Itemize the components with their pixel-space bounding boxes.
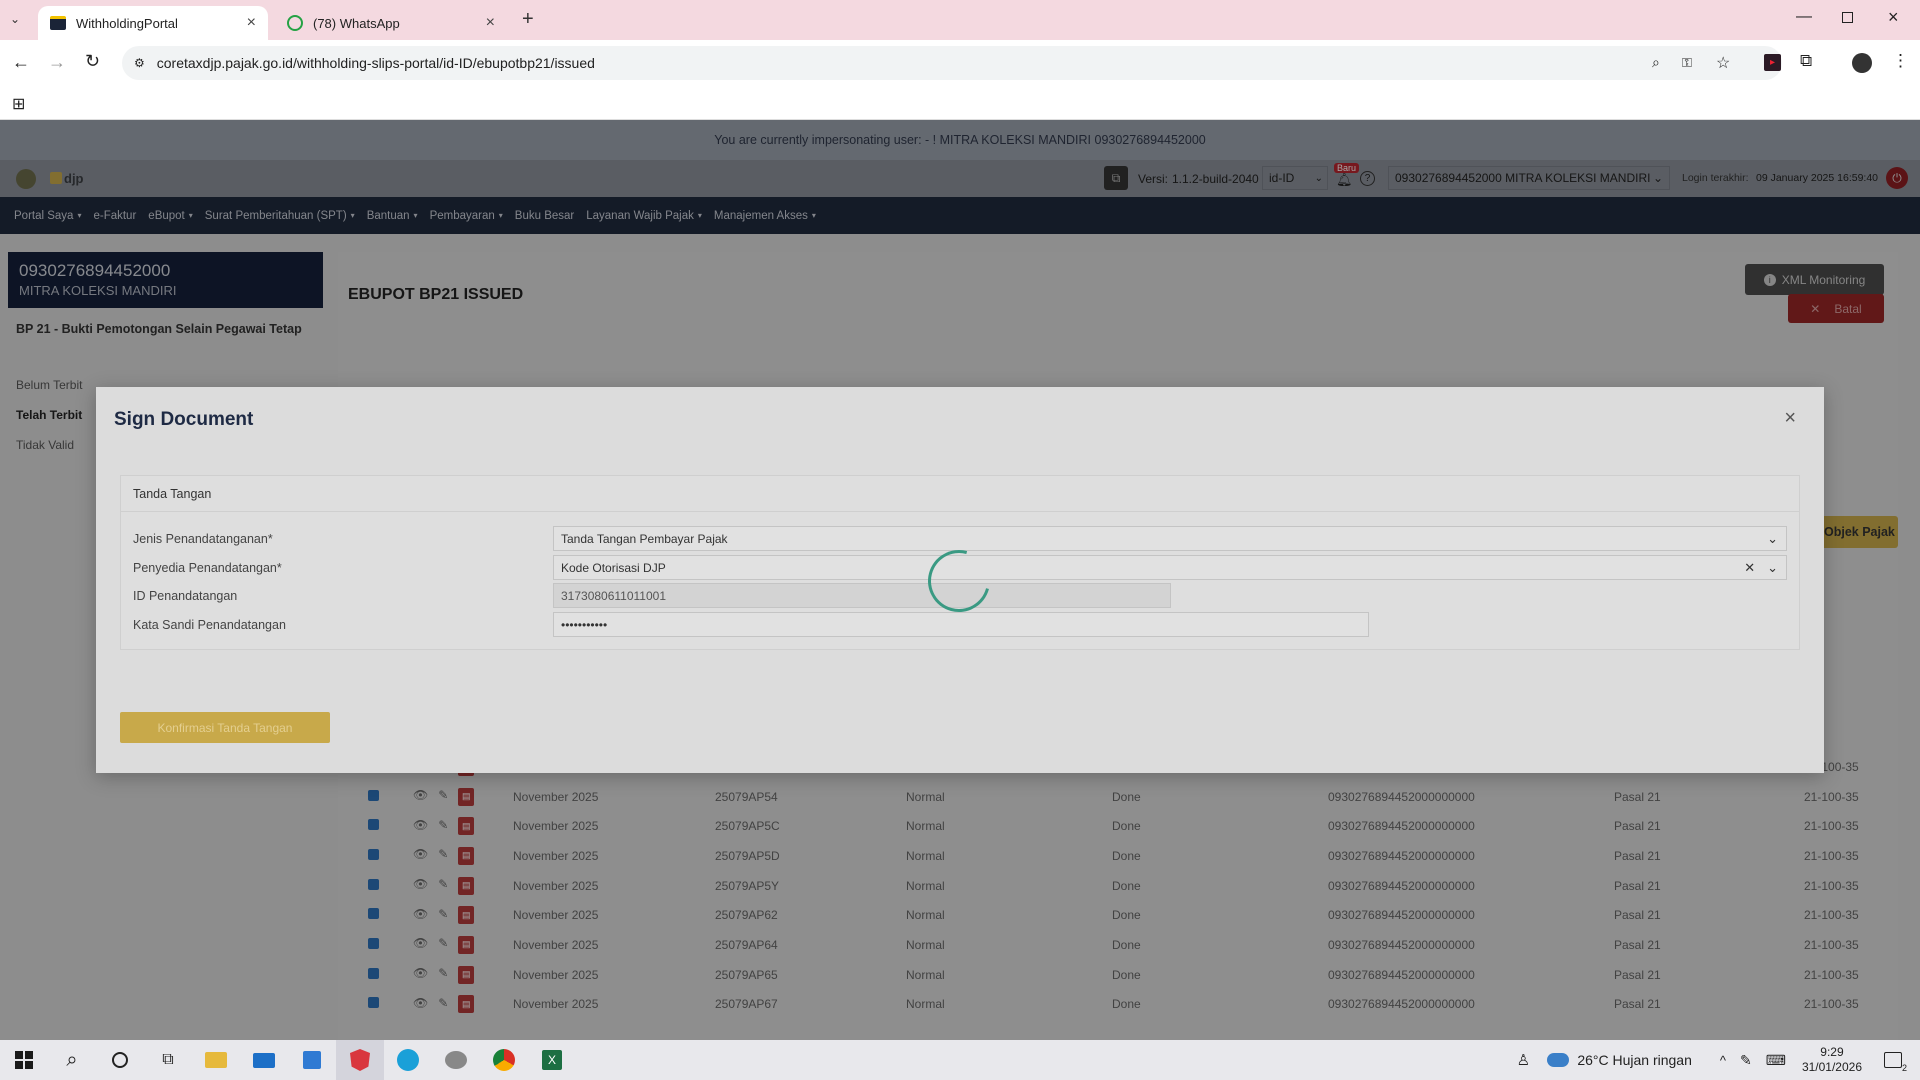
chrome-icon[interactable] (480, 1040, 528, 1080)
url-text[interactable]: coretaxdjp.pajak.go.id/withholding-slips… (157, 55, 595, 71)
extensions-puzzle-icon[interactable]: ⧉ (1800, 51, 1812, 71)
browser-toolbar: ← → ↻ ⚙ coretaxdjp.pajak.go.id/withholdi… (0, 40, 1920, 86)
tab-title: WithholdingPortal (76, 15, 178, 31)
browser-menu-icon[interactable]: ⋮ (1892, 51, 1909, 71)
store-icon[interactable] (288, 1040, 336, 1080)
extension-app-icon[interactable]: ▸ (1764, 54, 1781, 71)
penyedia-value: Kode Otorisasi DJP (561, 560, 666, 575)
reload-icon[interactable]: ↻ (85, 51, 100, 72)
clock-time: 9:29 (1820, 1045, 1844, 1059)
password-value: ••••••••••• (561, 617, 608, 632)
close-tab-icon[interactable]: × (486, 14, 495, 32)
restore-icon[interactable] (1842, 12, 1853, 23)
id-label: ID Penandatangan (133, 589, 238, 603)
password-key-icon[interactable]: ⚿ (1682, 55, 1692, 71)
tab-whatsapp[interactable]: (78) WhatsApp × (275, 6, 507, 40)
penyedia-select[interactable]: Kode Otorisasi DJP ✕ ⌄ (553, 555, 1787, 580)
close-tab-icon[interactable]: × (247, 14, 256, 32)
whatsapp-icon (287, 15, 303, 31)
people-icon[interactable]: ♙ (1499, 1040, 1547, 1080)
tab-withholding-portal[interactable]: WithholdingPortal × (38, 6, 268, 40)
forward-icon[interactable]: → (48, 52, 66, 73)
bookmark-star-icon[interactable]: ☆ (1716, 53, 1730, 73)
close-dialog-icon[interactable]: × (1784, 407, 1796, 430)
site-info-icon[interactable]: ⚙ (134, 56, 145, 70)
address-bar[interactable]: ⚙ coretaxdjp.pajak.go.id/withholding-sli… (122, 46, 1782, 80)
jenis-label: Jenis Penandatanganan* (133, 532, 273, 546)
profile-avatar-icon[interactable] (1852, 53, 1872, 73)
mail-icon[interactable] (240, 1040, 288, 1080)
weather-cloud-icon[interactable] (1547, 1053, 1570, 1067)
chevron-down-icon: ⌄ (1767, 530, 1778, 546)
start-icon[interactable] (0, 1040, 48, 1080)
back-icon[interactable]: ← (12, 52, 30, 73)
browser-tab-bar: ⌄ WithholdingPortal × (78) WhatsApp × + … (0, 0, 1920, 40)
password-input[interactable]: ••••••••••• (553, 612, 1369, 637)
tray-expand-icon[interactable]: ^ (1720, 1053, 1726, 1068)
excel-icon[interactable]: X (528, 1040, 576, 1080)
jenis-select[interactable]: Tanda Tangan Pembayar Pajak ⌄ (553, 526, 1787, 551)
notification-center-icon[interactable]: 2 (1884, 1052, 1907, 1073)
tab-title: (78) WhatsApp (313, 15, 400, 31)
jenis-value: Tanda Tangan Pembayar Pajak (561, 531, 728, 546)
penyedia-label: Penyedia Penandatangan* (133, 561, 282, 575)
zoom-icon[interactable]: ⌕ (1652, 54, 1660, 71)
task-view-icon[interactable]: ⧉ (144, 1040, 192, 1080)
pen-icon[interactable]: ✎ (1740, 1052, 1752, 1069)
id-value: 3173080611011001 (561, 588, 666, 603)
notification-count: 2 (1901, 1063, 1907, 1073)
cortana-icon[interactable] (96, 1040, 144, 1080)
file-explorer-icon[interactable] (192, 1040, 240, 1080)
clear-selection-icon[interactable]: ✕ (1744, 560, 1755, 576)
minimize-icon[interactable]: — (1796, 8, 1812, 26)
windows-taskbar: ⌕ ⧉ X ♙ 26°C Hujan ringan ^ ✎ ⌨ 9:29 31/… (0, 1040, 1920, 1080)
dialog-title: Sign Document (114, 409, 254, 430)
close-window-icon[interactable]: × (1888, 7, 1899, 28)
edge-icon[interactable] (384, 1040, 432, 1080)
chevron-down-icon: ⌄ (1767, 559, 1778, 575)
favicon-icon (50, 16, 66, 30)
clock-date: 31/01/2026 (1801, 1060, 1862, 1074)
tab-search-chevron-icon[interactable]: ⌄ (10, 12, 20, 26)
bookmarks-bar: ⊞ (0, 86, 1920, 120)
angular-app-icon[interactable] (336, 1040, 384, 1080)
fieldset-title: Tanda Tangan (121, 476, 1799, 512)
new-tab-icon[interactable]: + (522, 8, 534, 31)
sandi-label: Kata Sandi Penandatangan (133, 618, 286, 632)
id-penandatangan-input[interactable]: 3173080611011001 (553, 583, 1171, 608)
clock[interactable]: 9:29 31/01/2026 (1802, 1045, 1862, 1075)
app-globe-icon[interactable] (432, 1040, 480, 1080)
apps-grid-icon[interactable]: ⊞ (12, 94, 25, 114)
confirm-signature-button[interactable]: Konfirmasi Tanda Tangan (120, 712, 330, 743)
keyboard-icon[interactable]: ⌨ (1766, 1052, 1786, 1069)
weather-text[interactable]: 26°C Hujan ringan (1577, 1052, 1692, 1068)
search-icon[interactable]: ⌕ (48, 1040, 96, 1080)
